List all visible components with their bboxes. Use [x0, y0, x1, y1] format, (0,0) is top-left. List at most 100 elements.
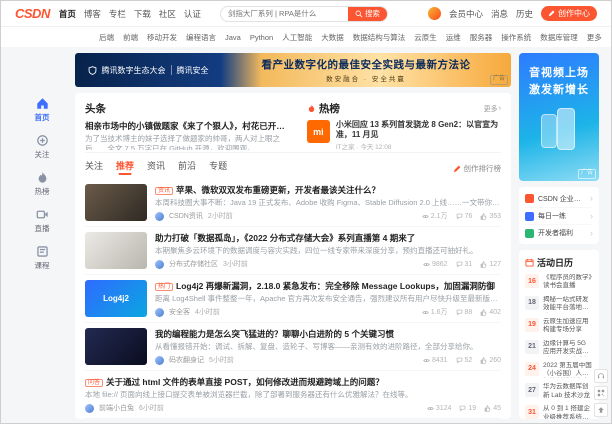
messages-link[interactable]: 消息 — [491, 8, 508, 20]
category-item[interactable]: 服务器 — [470, 32, 493, 43]
sidebar-item-follow[interactable]: 关注 — [35, 134, 50, 160]
calendar-event[interactable]: 31 从 0 到 1 搭建企业级推荐系统公开课 — [525, 405, 593, 419]
feed-item[interactable]: 我的编程能力是怎么突飞猛进的？聊聊小白进阶的 5 个关键习惯 从看懂报错开始：调… — [85, 323, 501, 372]
category-item[interactable]: 人工智能 — [282, 32, 312, 43]
course-icon — [36, 246, 48, 257]
category-item[interactable]: 云原生 — [414, 32, 437, 43]
category-item[interactable]: 数据库管理 — [540, 32, 578, 43]
quick-link-practice[interactable]: 每日一练 › — [525, 207, 593, 224]
event-date: 21 — [525, 339, 539, 354]
tab-follow[interactable]: 关注 — [85, 159, 103, 174]
nav-item-blog[interactable]: 博客 — [84, 8, 101, 20]
feed-item[interactable]: 资讯 苹果、微软双双发布重磅更新，开发者最该关注什么？ 本周科技圈大事不断：Jav… — [85, 179, 501, 228]
event-title: 云原生加速应用构建专场分享 — [543, 317, 589, 334]
category-item[interactable]: 前端 — [123, 32, 138, 43]
feed-stats: 8431 52 260 — [423, 357, 501, 364]
sidebar-item-live[interactable]: 直播 — [35, 208, 50, 234]
author-link[interactable]: 码农翻身记 — [169, 355, 204, 365]
feed-item[interactable]: Log4j2 热门 Log4j2 再爆新漏洞，2.18.0 紧急发布：完全移除 M… — [85, 275, 501, 324]
live-icon — [36, 210, 48, 219]
event-date: 31 — [525, 405, 539, 419]
calendar-event[interactable]: 27 华为云数据库创新 Lab 技术沙龙 — [525, 383, 593, 400]
tab-topics[interactable]: 专题 — [209, 159, 227, 174]
event-date: 19 — [525, 317, 539, 332]
event-date: 27 — [525, 383, 539, 398]
member-center-link[interactable]: 会员中心 — [449, 8, 483, 20]
author-link[interactable]: CSDN资讯 — [169, 211, 203, 221]
feed-title: 我的编程能力是怎么突飞猛进的？聊聊小白进阶的 5 个关键习惯 — [155, 329, 394, 340]
sidebar-item-home[interactable]: 首页 — [35, 97, 50, 123]
chevron-right-icon: › — [498, 105, 501, 112]
mi-logo: mi — [306, 120, 330, 143]
banner-brand-right: 腾讯安全 — [176, 65, 209, 75]
nav-item-column[interactable]: 专栏 — [109, 8, 126, 20]
feed-title: 资讯 苹果、微软双双发布重磅更新，开发者最该关注什么？ — [155, 184, 501, 196]
nav-item-home[interactable]: 首页 — [59, 8, 76, 20]
tab-news[interactable]: 资讯 — [147, 159, 165, 174]
customer-service-button[interactable] — [594, 369, 608, 383]
author-avatar — [85, 403, 94, 413]
category-item[interactable]: 移动开发 — [147, 32, 177, 43]
quick-link-enterprise[interactable]: CSDN 企业服务 › — [525, 190, 593, 207]
pencil-icon — [548, 10, 555, 17]
tab-recommend[interactable]: 推荐 — [116, 159, 134, 174]
category-item[interactable]: 大数据 — [321, 32, 344, 43]
sidebar-item-course[interactable]: 课程 — [35, 245, 50, 271]
comment-icon — [456, 309, 462, 315]
calendar-event[interactable]: 18 揭秘一站式研发效能平台落地实践 — [525, 295, 593, 313]
history-link[interactable]: 历史 — [516, 8, 533, 20]
calendar-event[interactable]: 21 边缘计算与 5G 应用开发实战（WCCS·北京） — [525, 339, 593, 357]
category-item[interactable]: Python — [250, 33, 273, 42]
calendar-event[interactable]: 24 2022 第五届中国（小谷围）人工智能创新创业大赛 — [525, 361, 593, 379]
quick-link-label: 开发者福利 — [538, 230, 573, 237]
search-button[interactable]: 搜索 — [347, 6, 387, 21]
feed-item[interactable]: 助力打破「数据孤岛」，《2022 分布式存储大会》系列直播第 4 期来了 本期聚… — [85, 227, 501, 276]
sidebar-item-hot[interactable]: 热榜 — [35, 171, 50, 197]
banner-ad[interactable]: 腾讯数字生态大会 腾讯安全 看产业数字化的最佳安全实践与最新方法论 数安融合 ·… — [75, 53, 511, 87]
nav-item-cert[interactable]: 认证 — [184, 8, 201, 20]
nav-item-download[interactable]: 下载 — [134, 8, 151, 20]
main-column: 腾讯数字生态大会 腾讯安全 看产业数字化的最佳安全实践与最新方法论 数安融合 ·… — [75, 53, 511, 419]
sidebar-ad[interactable]: 音视频上场 激发新增长 广告 — [519, 53, 599, 181]
category-item[interactable]: 运维 — [446, 32, 461, 43]
comment-icon — [456, 357, 462, 363]
user-avatar[interactable] — [427, 7, 441, 20]
calendar-event[interactable]: 19 云原生加速应用构建专场分享 — [525, 317, 593, 335]
author-link[interactable]: 前端小白兔 — [99, 403, 134, 413]
eye-icon — [423, 358, 430, 362]
headlines-section: 头条 相亲市场中的小镇做题家《来了个狠人》，村花已开源！ 为了当技术博主的妹子选… — [85, 101, 291, 150]
feed-stats: 9862 31 127 — [423, 261, 501, 268]
category-item[interactable]: 编程语言 — [186, 32, 216, 43]
feed-item[interactable]: 问答 关于通过 html 文件的表单直接 POST，如何修改进而规避跨域上的问题？… — [85, 371, 501, 419]
back-to-top-button[interactable] — [594, 403, 608, 417]
create-center-button[interactable]: 创作中心 — [541, 6, 597, 21]
featured-headline[interactable]: 相亲市场中的小镇做题家《来了个狠人》，村花已开源！ 为了当技术博主的妹子选择了做… — [85, 120, 291, 150]
category-item[interactable]: 操作系统 — [501, 32, 531, 43]
home-icon — [36, 98, 48, 109]
feed-title: 热门 Log4j2 再爆新漏洞，2.18.0 紧急发布：完全移除 Message … — [155, 280, 501, 292]
category-item[interactable]: 数据结构与算法 — [353, 32, 406, 43]
author-link[interactable]: 分布式存储社区 — [169, 259, 218, 269]
tab-frontier[interactable]: 前沿 — [178, 159, 196, 174]
banner-brand-left: 腾讯数字生态大会 — [101, 65, 166, 75]
hot-list-item[interactable]: mi 小米回应 13 系列首发骁龙 8 Gen2：以官宣为准，11 月见 IT之… — [306, 120, 501, 150]
creator-rank-link[interactable]: 创作排行榜 — [453, 163, 501, 174]
like-icon — [481, 260, 487, 268]
page-body: 首页 关注 热榜 直播 课程 腾讯数字生态大会 腾讯安全 看产业数字化的最佳安全… — [1, 47, 611, 419]
author-link[interactable]: 安全客 — [169, 307, 190, 317]
headset-icon — [597, 373, 605, 379]
quick-link-benefits[interactable]: 开发者福利 › — [525, 224, 593, 241]
nav-item-community[interactable]: 社区 — [159, 8, 176, 20]
calendar-event[interactable]: 16 《程序员的数学》读书会直播 — [525, 274, 593, 291]
category-item-more[interactable]: 更多 — [587, 32, 602, 43]
category-item[interactable]: Java — [225, 33, 241, 42]
csdn-logo[interactable]: CSDN — [15, 6, 50, 21]
category-item[interactable]: 后端 — [99, 32, 114, 43]
search-button-label: 搜索 — [364, 9, 380, 18]
event-title: 2022 第五届中国（小谷围）人工智能创新创业大赛 — [543, 361, 592, 377]
feed-tag: 热门 — [155, 283, 174, 292]
qr-code-button[interactable] — [594, 386, 608, 400]
hot-list-more-link[interactable]: 更多 › — [484, 104, 501, 114]
search-input[interactable] — [220, 9, 348, 18]
event-title: 边缘计算与 5G 应用开发实战（WCCS·北京） — [543, 339, 586, 356]
